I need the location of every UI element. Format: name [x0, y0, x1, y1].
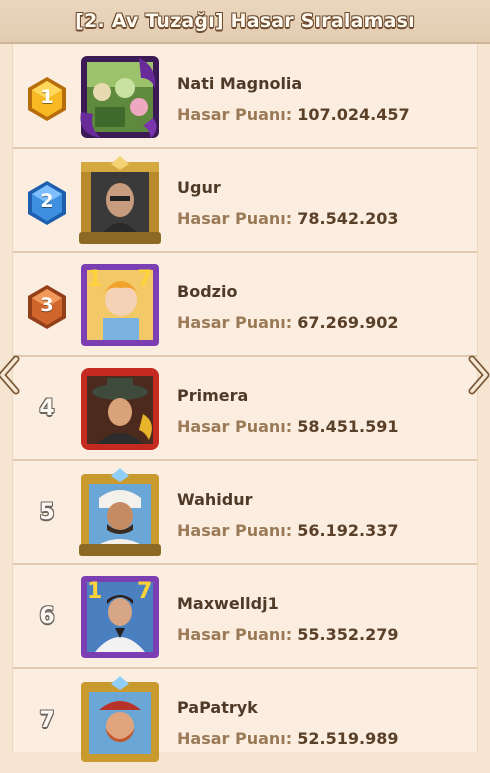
leaderboard-header: [2. Av Tuzağı] Hasar Sıralaması — [0, 0, 490, 44]
rank-number: 6 — [39, 604, 55, 629]
player-avatar[interactable]: 1 7 — [77, 260, 163, 350]
rank-number: 5 — [39, 500, 55, 525]
bronze-medal-icon: 3 — [25, 283, 69, 331]
score-label: Hasar Puanı: — [177, 105, 293, 124]
damage-score: Hasar Puanı: 56.192.337 — [177, 521, 398, 540]
leaderboard-row[interactable]: 5 Wahidur Hasar Puanı: 56.192.337 — [13, 462, 477, 565]
next-page-button[interactable] — [468, 355, 490, 395]
player-name: Wahidur — [177, 490, 253, 509]
rank-number: 7 — [39, 708, 55, 733]
score-label: Hasar Puanı: — [177, 313, 293, 332]
leaderboard-row[interactable]: 1 Nati Magnolia Hasar Puanı: 107.024.457 — [13, 46, 477, 149]
damage-score: Hasar Puanı: 67.269.902 — [177, 313, 398, 332]
previous-page-button[interactable] — [0, 355, 20, 395]
leaderboard-row[interactable]: 4 Primera Hasar Puanı: 58.451.591 — [13, 358, 477, 461]
svg-text:1: 1 — [87, 267, 102, 292]
leaderboard-row[interactable]: 3 1 7 Bodzio Hasar Puanı: 67.269.902 — [13, 254, 477, 357]
chevron-left-icon — [0, 355, 20, 395]
score-value: 58.451.591 — [297, 417, 399, 436]
leaderboard-title: [2. Av Tuzağı] Hasar Sıralaması — [75, 10, 415, 32]
player-avatar[interactable] — [77, 156, 163, 246]
score-label: Hasar Puanı: — [177, 209, 293, 228]
player-avatar[interactable] — [77, 364, 163, 454]
score-value: 55.352.279 — [297, 625, 399, 644]
leaderboard-row[interactable]: 7 PaPatryk Hasar Puanı: 52.519.989 — [13, 670, 477, 773]
score-label: Hasar Puanı: — [177, 521, 293, 540]
damage-score: Hasar Puanı: 55.352.279 — [177, 625, 398, 644]
rank-number: 4 — [39, 396, 55, 421]
player-avatar[interactable]: 1 7 — [77, 572, 163, 662]
score-label: Hasar Puanı: — [177, 417, 293, 436]
svg-text:1: 1 — [87, 579, 102, 604]
score-value: 52.519.989 — [297, 729, 399, 748]
leaderboard-list[interactable]: 1 Nati Magnolia Hasar Puanı: 107.024.457 — [12, 44, 478, 762]
gold-medal-icon: 1 — [25, 75, 69, 123]
damage-score: Hasar Puanı: 58.451.591 — [177, 417, 398, 436]
damage-score: Hasar Puanı: 107.024.457 — [177, 105, 410, 124]
leaderboard-row[interactable]: 6 1 7 Maxwelldj1 Hasar Puanı: 55.352.279 — [13, 566, 477, 669]
player-avatar[interactable] — [77, 52, 163, 142]
score-value: 67.269.902 — [297, 313, 399, 332]
svg-text:7: 7 — [137, 579, 152, 604]
svg-text:7: 7 — [137, 267, 152, 292]
player-avatar[interactable] — [77, 676, 163, 766]
player-name: Nati Magnolia — [177, 74, 303, 93]
player-name: Bodzio — [177, 282, 238, 301]
chevron-right-icon — [468, 355, 490, 395]
score-value: 107.024.457 — [297, 105, 410, 124]
player-name: PaPatryk — [177, 698, 258, 717]
score-value: 78.542.203 — [297, 209, 399, 228]
damage-score: Hasar Puanı: 52.519.989 — [177, 729, 398, 748]
player-name: Primera — [177, 386, 249, 405]
player-name: Maxwelldj1 — [177, 594, 279, 613]
damage-score: Hasar Puanı: 78.542.203 — [177, 209, 398, 228]
player-avatar[interactable] — [77, 468, 163, 558]
blue-medal-icon: 2 — [25, 179, 69, 227]
leaderboard-row[interactable]: 2 Ugur Hasar Puanı: 78.542.203 — [13, 150, 477, 253]
score-label: Hasar Puanı: — [177, 729, 293, 748]
score-label: Hasar Puanı: — [177, 625, 293, 644]
score-value: 56.192.337 — [297, 521, 399, 540]
player-name: Ugur — [177, 178, 221, 197]
